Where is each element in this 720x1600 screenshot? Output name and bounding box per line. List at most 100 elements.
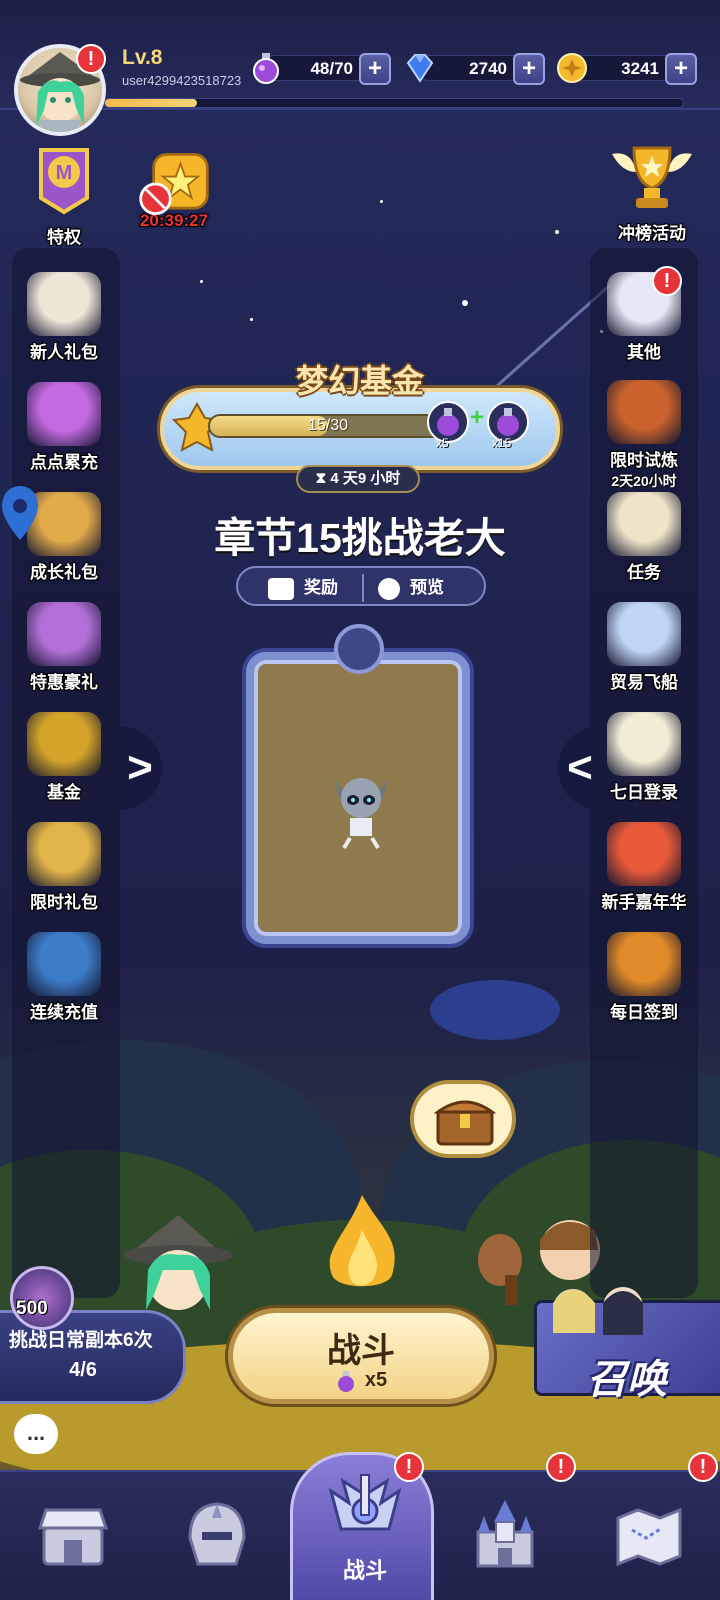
ranking-label: 冲榜活动 xyxy=(618,224,686,243)
treasure-chest-icon xyxy=(27,932,101,996)
campfire xyxy=(329,1195,395,1287)
cloud xyxy=(430,980,560,1040)
boss-card[interactable] xyxy=(246,652,470,944)
ranking-button[interactable]: 冲榜活动 xyxy=(590,142,714,244)
right-menu-label: 限时试炼 xyxy=(610,451,678,470)
fight-cost-text: x5 xyxy=(364,1369,388,1391)
battle-alert-badge: ! xyxy=(394,1452,424,1482)
other-alert-badge: ! xyxy=(652,266,682,296)
gem-chest-icon xyxy=(27,822,101,886)
fight-label: 战斗 xyxy=(327,1332,395,1370)
gems-value: 2740 xyxy=(469,59,507,78)
skeleton-boss-icon xyxy=(334,778,388,850)
gold-counter[interactable]: 3241 + xyxy=(557,53,697,85)
map-alert-badge: ! xyxy=(688,1452,718,1482)
preview-tab-label: 预览 xyxy=(410,578,444,597)
castle-alert-badge: ! xyxy=(546,1452,576,1482)
potion-icon xyxy=(337,1370,354,1392)
ticket-count: 500 xyxy=(16,1298,48,1319)
left-menu-item[interactable]: 特惠豪礼 xyxy=(10,602,118,693)
nav-heroes[interactable] xyxy=(144,1472,288,1600)
left-menu-label: 限时礼包 xyxy=(30,893,98,912)
hourglass-icon: ⧗ xyxy=(315,470,331,487)
cards-icon xyxy=(607,932,681,996)
right-menu-item[interactable]: 其他 xyxy=(590,272,698,363)
right-menu-label: 每日签到 xyxy=(610,1003,678,1022)
witch-character xyxy=(123,1215,233,1310)
chest-icon xyxy=(268,577,294,600)
left-menu-label: 点点累充 xyxy=(30,453,98,472)
lightbulb-icon xyxy=(378,577,400,600)
reward-tab[interactable]: 奖励 xyxy=(268,574,338,602)
nav-battle-label: 战斗 xyxy=(342,1558,387,1583)
no-ads-button[interactable]: 20:39:27 xyxy=(120,148,228,231)
coin-icon xyxy=(557,53,587,83)
right-menu-item[interactable]: 七日登录 xyxy=(590,712,698,803)
reward2-count: x15 xyxy=(492,436,512,450)
fund-progress-text: 15/30 xyxy=(307,417,349,434)
nav-map[interactable] xyxy=(576,1472,720,1600)
left-menu-item[interactable]: 连续充值 xyxy=(10,932,118,1023)
right-menu-label: 新手嘉年华 xyxy=(601,893,687,912)
gems-counter[interactable]: 2740 + xyxy=(406,53,545,85)
gold-value: 3241 xyxy=(621,59,659,78)
left-menu-item[interactable]: 限时礼包 xyxy=(10,822,118,913)
left-menu-label: 特惠豪礼 xyxy=(30,673,98,692)
fight-button[interactable]: 战斗 x5 xyxy=(228,1308,494,1404)
fund-timer: ⧗ 4 天9 小时 xyxy=(296,465,420,493)
diamond-icon xyxy=(406,54,434,83)
nav-shop[interactable] xyxy=(0,1472,144,1600)
daily-dungeon-text: 挑战日常副本6次 xyxy=(9,1330,153,1351)
preview-tab[interactable]: 预览 xyxy=(378,574,444,602)
chat-button[interactable]: ... xyxy=(14,1414,58,1454)
tab-divider xyxy=(362,574,364,602)
chapter-title: 章节15挑战老大 xyxy=(214,515,506,561)
boss-crest-icon xyxy=(334,624,384,674)
left-menu-item[interactable]: 基金 xyxy=(10,712,118,803)
reward1-count: x5 xyxy=(436,436,449,450)
summon-label: 召唤 xyxy=(587,1358,667,1402)
add-gems-button[interactable]: + xyxy=(513,53,545,85)
privilege-button[interactable]: M 特权 xyxy=(10,142,118,248)
castle-icon xyxy=(476,1500,534,1568)
stamina-value: 48/70 xyxy=(310,59,353,78)
helmet-icon xyxy=(188,1502,246,1566)
left-menu-item[interactable]: 新人礼包 xyxy=(10,272,118,363)
summon-button[interactable]: 召唤 xyxy=(534,1287,720,1402)
money-bag-icon xyxy=(27,602,101,666)
player-username: user4299423518723 xyxy=(122,73,242,88)
plus-icon: + xyxy=(470,404,485,431)
add-stamina-button[interactable]: + xyxy=(359,53,391,85)
potion-icon xyxy=(253,53,279,84)
add-gold-button[interactable]: + xyxy=(665,53,697,85)
reward-tab-label: 奖励 xyxy=(304,578,338,597)
star xyxy=(200,280,203,283)
right-menu-item[interactable]: 贸易飞船 xyxy=(590,602,698,693)
xp-bar xyxy=(104,98,684,108)
map-icon xyxy=(616,1507,682,1567)
stamina-counter[interactable]: 48/70 + xyxy=(253,53,391,85)
star-badge-icon xyxy=(139,153,209,215)
left-menu-label: 连续充值 xyxy=(30,1003,98,1022)
airship-icon xyxy=(607,602,681,666)
xp-fill xyxy=(105,99,198,107)
chat-bubble-icon: ... xyxy=(26,1420,46,1445)
privilege-label: 特权 xyxy=(47,228,81,247)
player-level: Lv.8 xyxy=(122,46,163,69)
carnival-gift-icon xyxy=(607,822,681,886)
right-menu-item[interactable]: 新手嘉年华 xyxy=(590,822,698,913)
avatar-alert-badge: ! xyxy=(76,44,106,74)
fight-cost: x5 xyxy=(233,1369,489,1392)
nav-castle[interactable] xyxy=(432,1472,576,1600)
svg-text:M: M xyxy=(56,162,73,184)
right-menu-label: 贸易飞船 xyxy=(610,673,678,692)
idle-reward-chest[interactable] xyxy=(410,1080,516,1158)
top-hud: Lv.8 user4299423518723 48/70 + 2740 + 32… xyxy=(0,0,720,110)
star xyxy=(555,230,559,234)
star xyxy=(380,200,383,203)
fund-timer-text: 4 天9 小时 xyxy=(330,470,401,487)
heroes-group-icon xyxy=(553,1287,643,1335)
calendar-icon xyxy=(607,712,681,776)
right-menu-item[interactable]: 每日签到 xyxy=(590,932,698,1023)
fund-progress-bar: 15/30 xyxy=(208,414,448,438)
